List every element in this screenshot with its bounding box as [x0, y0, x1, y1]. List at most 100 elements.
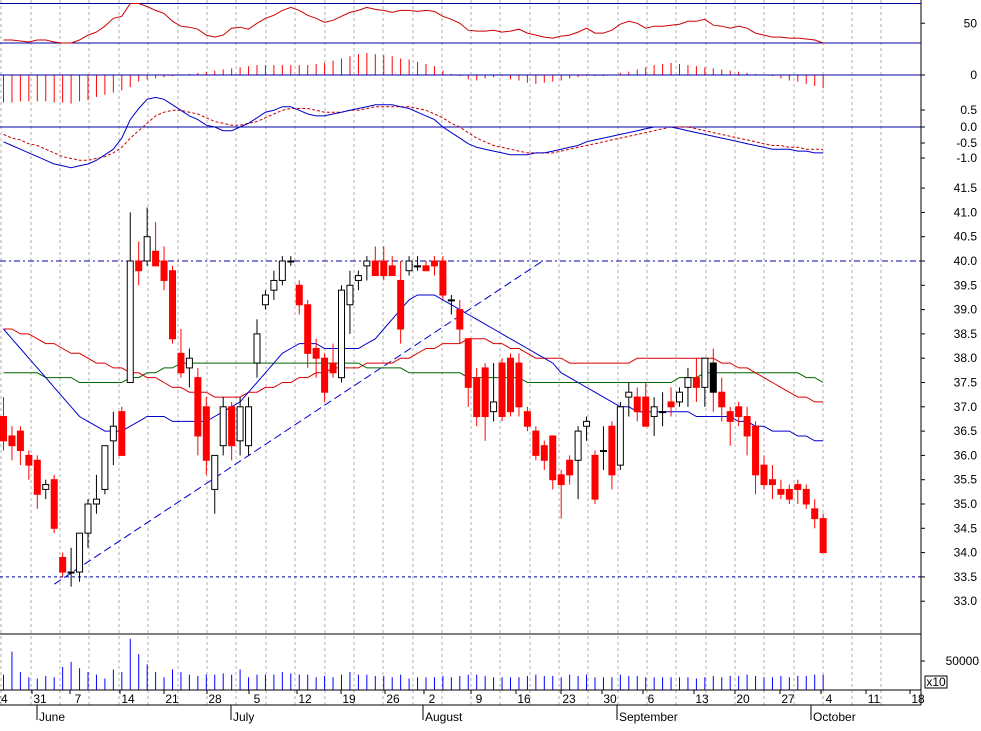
candle [346, 270, 354, 334]
candle-body [295, 284, 303, 306]
candle-body [659, 411, 667, 414]
price-tick-label: 34.5 [954, 521, 978, 535]
candle [245, 397, 253, 456]
month-label: June [39, 710, 65, 724]
candle [185, 348, 193, 388]
candle [473, 367, 481, 427]
candle-body [692, 377, 700, 388]
candle-body [667, 401, 675, 408]
candle [202, 397, 210, 475]
candle-body [430, 260, 438, 267]
candle-body [8, 435, 16, 447]
candle [447, 295, 455, 315]
day-tick-label: 2 [429, 692, 436, 706]
candle-body [625, 391, 633, 398]
month-label: October [813, 710, 856, 724]
candle [152, 222, 160, 267]
candle-body [270, 279, 278, 291]
candle [380, 246, 388, 281]
candle-body [202, 406, 210, 461]
candle-body [599, 450, 607, 453]
candle [616, 401, 624, 470]
candle-body [16, 430, 24, 452]
candle-body [177, 352, 185, 374]
candle-body [650, 406, 658, 418]
candle [42, 479, 50, 500]
candle [295, 280, 303, 315]
candle-body [676, 391, 683, 403]
candle [16, 426, 24, 466]
candle-body [245, 406, 253, 447]
candle-body [540, 445, 548, 461]
candle-body [388, 265, 396, 277]
candle [777, 479, 785, 500]
candle [692, 358, 700, 402]
price-panel [0, 207, 921, 587]
candle [507, 353, 514, 417]
candle [422, 261, 430, 272]
candle [33, 455, 41, 509]
month-label: August [425, 710, 463, 724]
candle-body [777, 488, 785, 495]
candle-body [549, 435, 557, 481]
candle-body [608, 425, 616, 476]
price-tick-label: 35.5 [954, 473, 978, 487]
candle-body [118, 411, 126, 456]
candle-body [523, 411, 531, 427]
price-tick-label: 38.0 [954, 351, 978, 365]
candle [760, 455, 768, 490]
candle [321, 353, 329, 402]
candle [752, 421, 760, 495]
candle [464, 338, 472, 407]
candle-body [92, 498, 100, 505]
candle [591, 450, 599, 504]
candle-body [236, 406, 244, 442]
rsi-tick-label: 50 [964, 16, 978, 30]
candle [608, 421, 616, 490]
candle [726, 406, 734, 446]
candle-body [735, 406, 743, 418]
candle-body [574, 430, 582, 461]
volume-multiplier-label: x10 [926, 675, 946, 689]
day-tick-label: 31 [33, 692, 47, 706]
candle-body [321, 357, 329, 393]
candle-body [194, 377, 202, 437]
candle-body [278, 260, 286, 281]
candle-body [819, 518, 827, 554]
candle [490, 363, 498, 422]
day-tick-label: 7 [75, 692, 82, 706]
candle [794, 479, 802, 504]
candle-body [211, 454, 219, 490]
candle [211, 454, 219, 514]
price-tick-label: 33.0 [954, 594, 978, 608]
macd-tick-label: -0.5 [956, 136, 977, 150]
candle [253, 319, 261, 378]
candle-body [422, 265, 430, 272]
candle [143, 207, 151, 266]
candle-body [59, 556, 67, 573]
candle-body [726, 411, 734, 422]
candle-body [642, 396, 650, 427]
candle-body [591, 454, 599, 500]
day-tick-label: 27 [781, 692, 795, 706]
candle-body [42, 484, 50, 490]
candle-body [33, 459, 41, 495]
price-tick-label: 36.0 [954, 448, 978, 462]
candle-body [338, 289, 345, 379]
candle [270, 270, 278, 300]
candle-body [684, 377, 692, 388]
price-tick-label: 37.0 [954, 400, 978, 414]
candle-body [143, 236, 151, 262]
day-tick-label: 24 [0, 692, 8, 706]
candle-body [566, 459, 574, 476]
candle [371, 246, 379, 277]
price-tick-label: 39.5 [954, 278, 978, 292]
candle-body [794, 484, 802, 490]
candle [802, 484, 810, 509]
day-tick-label: 23 [562, 692, 576, 706]
candle-body [228, 406, 236, 447]
candle-body [456, 309, 464, 330]
candle [228, 401, 236, 461]
candle-body [583, 420, 591, 427]
candle-body [109, 425, 117, 442]
